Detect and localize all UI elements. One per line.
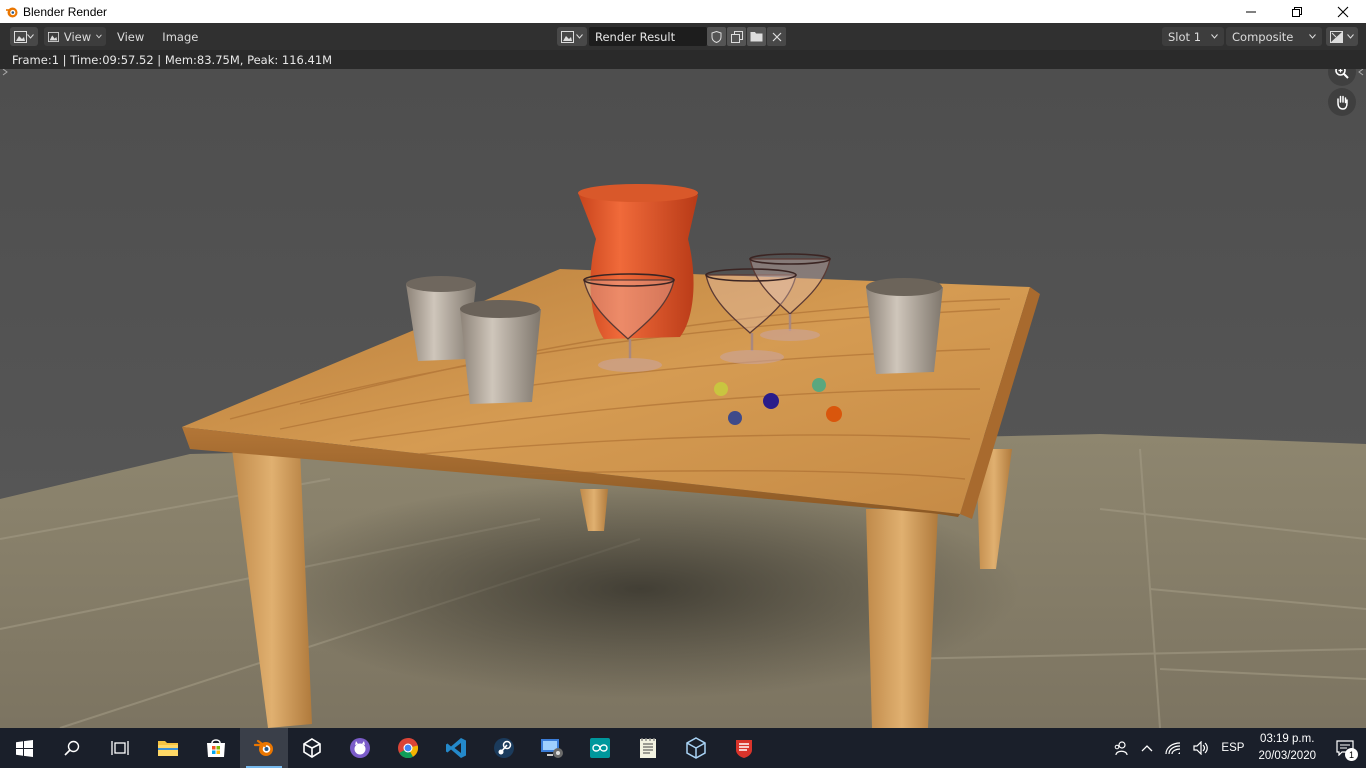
input-language-button[interactable]: ESP [1215,728,1250,768]
view-mode-dropdown[interactable]: View [44,27,106,46]
taskbar-vscode[interactable] [432,728,480,768]
chevron-down-icon [576,34,583,39]
image-editor-header: View View Image Render Result Slot 1 Com… [0,23,1366,50]
chevron-down-icon [1211,34,1218,39]
wps-office-icon [736,740,752,758]
wifi-icon [1165,742,1181,755]
minimize-button[interactable] [1228,0,1274,23]
taskbar-virtualbox[interactable] [672,728,720,768]
search-button[interactable] [48,728,96,768]
blender-logo-icon [253,739,273,756]
people-icon [1115,741,1129,756]
notepad-icon [640,738,656,758]
chevron-down-icon [1309,34,1316,39]
toolbar-expand-icon[interactable] [1,69,9,76]
github-desktop-icon [350,738,370,758]
taskbar-wps-office[interactable] [720,728,768,768]
slot-label: Slot 1 [1168,29,1202,44]
minimize-icon [1246,11,1256,12]
duplicate-icon [730,30,743,43]
task-view-button[interactable] [96,728,144,768]
hand-pan-icon [1337,95,1348,110]
clock[interactable]: 03:19 p.m. 20/03/2020 [1250,731,1324,765]
volume-button[interactable] [1187,728,1215,768]
close-icon [1337,6,1349,17]
taskbar-steam[interactable] [480,728,528,768]
chevron-down-icon [27,34,34,39]
system-tray: ESP 03:19 p.m. 20/03/2020 1 [1107,728,1366,768]
chevron-down-icon [96,34,102,39]
image-editor-icon [14,30,27,43]
taskbar-microsoft-store[interactable] [192,728,240,768]
taskbar-arduino[interactable] [576,728,624,768]
chrome-icon [398,738,419,759]
windows-logo-icon [15,739,33,757]
view-dropdown-label: View [63,29,92,44]
folder-icon [750,32,763,42]
open-image-button[interactable] [747,27,766,46]
folder-icon [158,741,178,756]
blender-logo-icon [6,7,18,17]
vscode-icon [446,738,466,758]
action-center-button[interactable]: 1 [1324,728,1366,768]
windows-taskbar: ESP 03:19 p.m. 20/03/2020 1 [0,728,1366,768]
editor-type-dropdown[interactable] [10,27,38,46]
start-button[interactable] [0,728,48,768]
window-title: Blender Render [23,4,108,19]
zoom-icon [1335,69,1349,79]
image-name-field[interactable]: Render Result [589,27,707,46]
task-view-icon [111,741,129,755]
steam-icon [494,738,514,758]
notification-count-badge: 1 [1345,748,1358,761]
fake-user-button[interactable] [707,27,726,46]
shield-icon [711,30,722,43]
virtualbox-icon [686,737,706,759]
network-button[interactable] [1159,728,1187,768]
restore-icon [1292,6,1302,17]
pan-gizmo-button[interactable] [1328,88,1356,116]
taskbar-remote-desktop[interactable] [528,728,576,768]
taskbar-notepad[interactable] [624,728,672,768]
display-channels-dropdown[interactable] [1326,27,1358,46]
duplicate-image-button[interactable] [727,27,746,46]
speaker-icon [1193,741,1209,755]
render-info-bar: Frame:1 | Time:09:57.52 | Mem:83.75M, Pe… [0,50,1366,69]
blender-render-window: Blender Render View View Image Render Re… [0,0,1366,768]
remote-desktop-icon [541,739,563,758]
taskbar-file-explorer[interactable] [144,728,192,768]
clock-time: 03:19 p.m. [1260,733,1315,745]
menu-view[interactable]: View [110,27,151,46]
image-browse-icon [561,30,574,43]
close-button[interactable] [1320,0,1366,23]
view-icon [48,31,59,42]
search-icon [64,740,80,756]
show-hidden-icons-button[interactable] [1135,728,1159,768]
color-alpha-icon [1330,30,1343,43]
unity-icon [303,738,321,758]
taskbar-unity[interactable] [288,728,336,768]
arduino-icon [590,738,610,758]
unlink-image-button[interactable] [767,27,786,46]
close-icon [772,32,781,41]
rendered-scene-image [0,69,1366,728]
chevron-down-icon [1347,34,1354,39]
render-result-viewport[interactable] [0,69,1366,728]
window-titlebar: Blender Render [0,0,1366,23]
menu-image[interactable]: Image [155,27,205,46]
render-stats-text: Frame:1 | Time:09:57.52 | Mem:83.75M, Pe… [12,52,333,67]
slot-dropdown[interactable]: Slot 1 [1162,27,1224,46]
taskbar-github-desktop[interactable] [336,728,384,768]
store-icon [207,739,225,757]
browse-image-dropdown[interactable] [557,27,587,46]
clock-date: 20/03/2020 [1258,750,1316,762]
taskbar-blender[interactable] [240,728,288,768]
people-button[interactable] [1107,728,1135,768]
render-layer-label: Composite [1232,29,1294,44]
chevron-up-icon [1141,745,1153,752]
sidebar-expand-icon[interactable] [1357,69,1365,76]
restore-button[interactable] [1274,0,1320,23]
taskbar-chrome[interactable] [384,728,432,768]
render-layer-dropdown[interactable]: Composite [1226,27,1322,46]
